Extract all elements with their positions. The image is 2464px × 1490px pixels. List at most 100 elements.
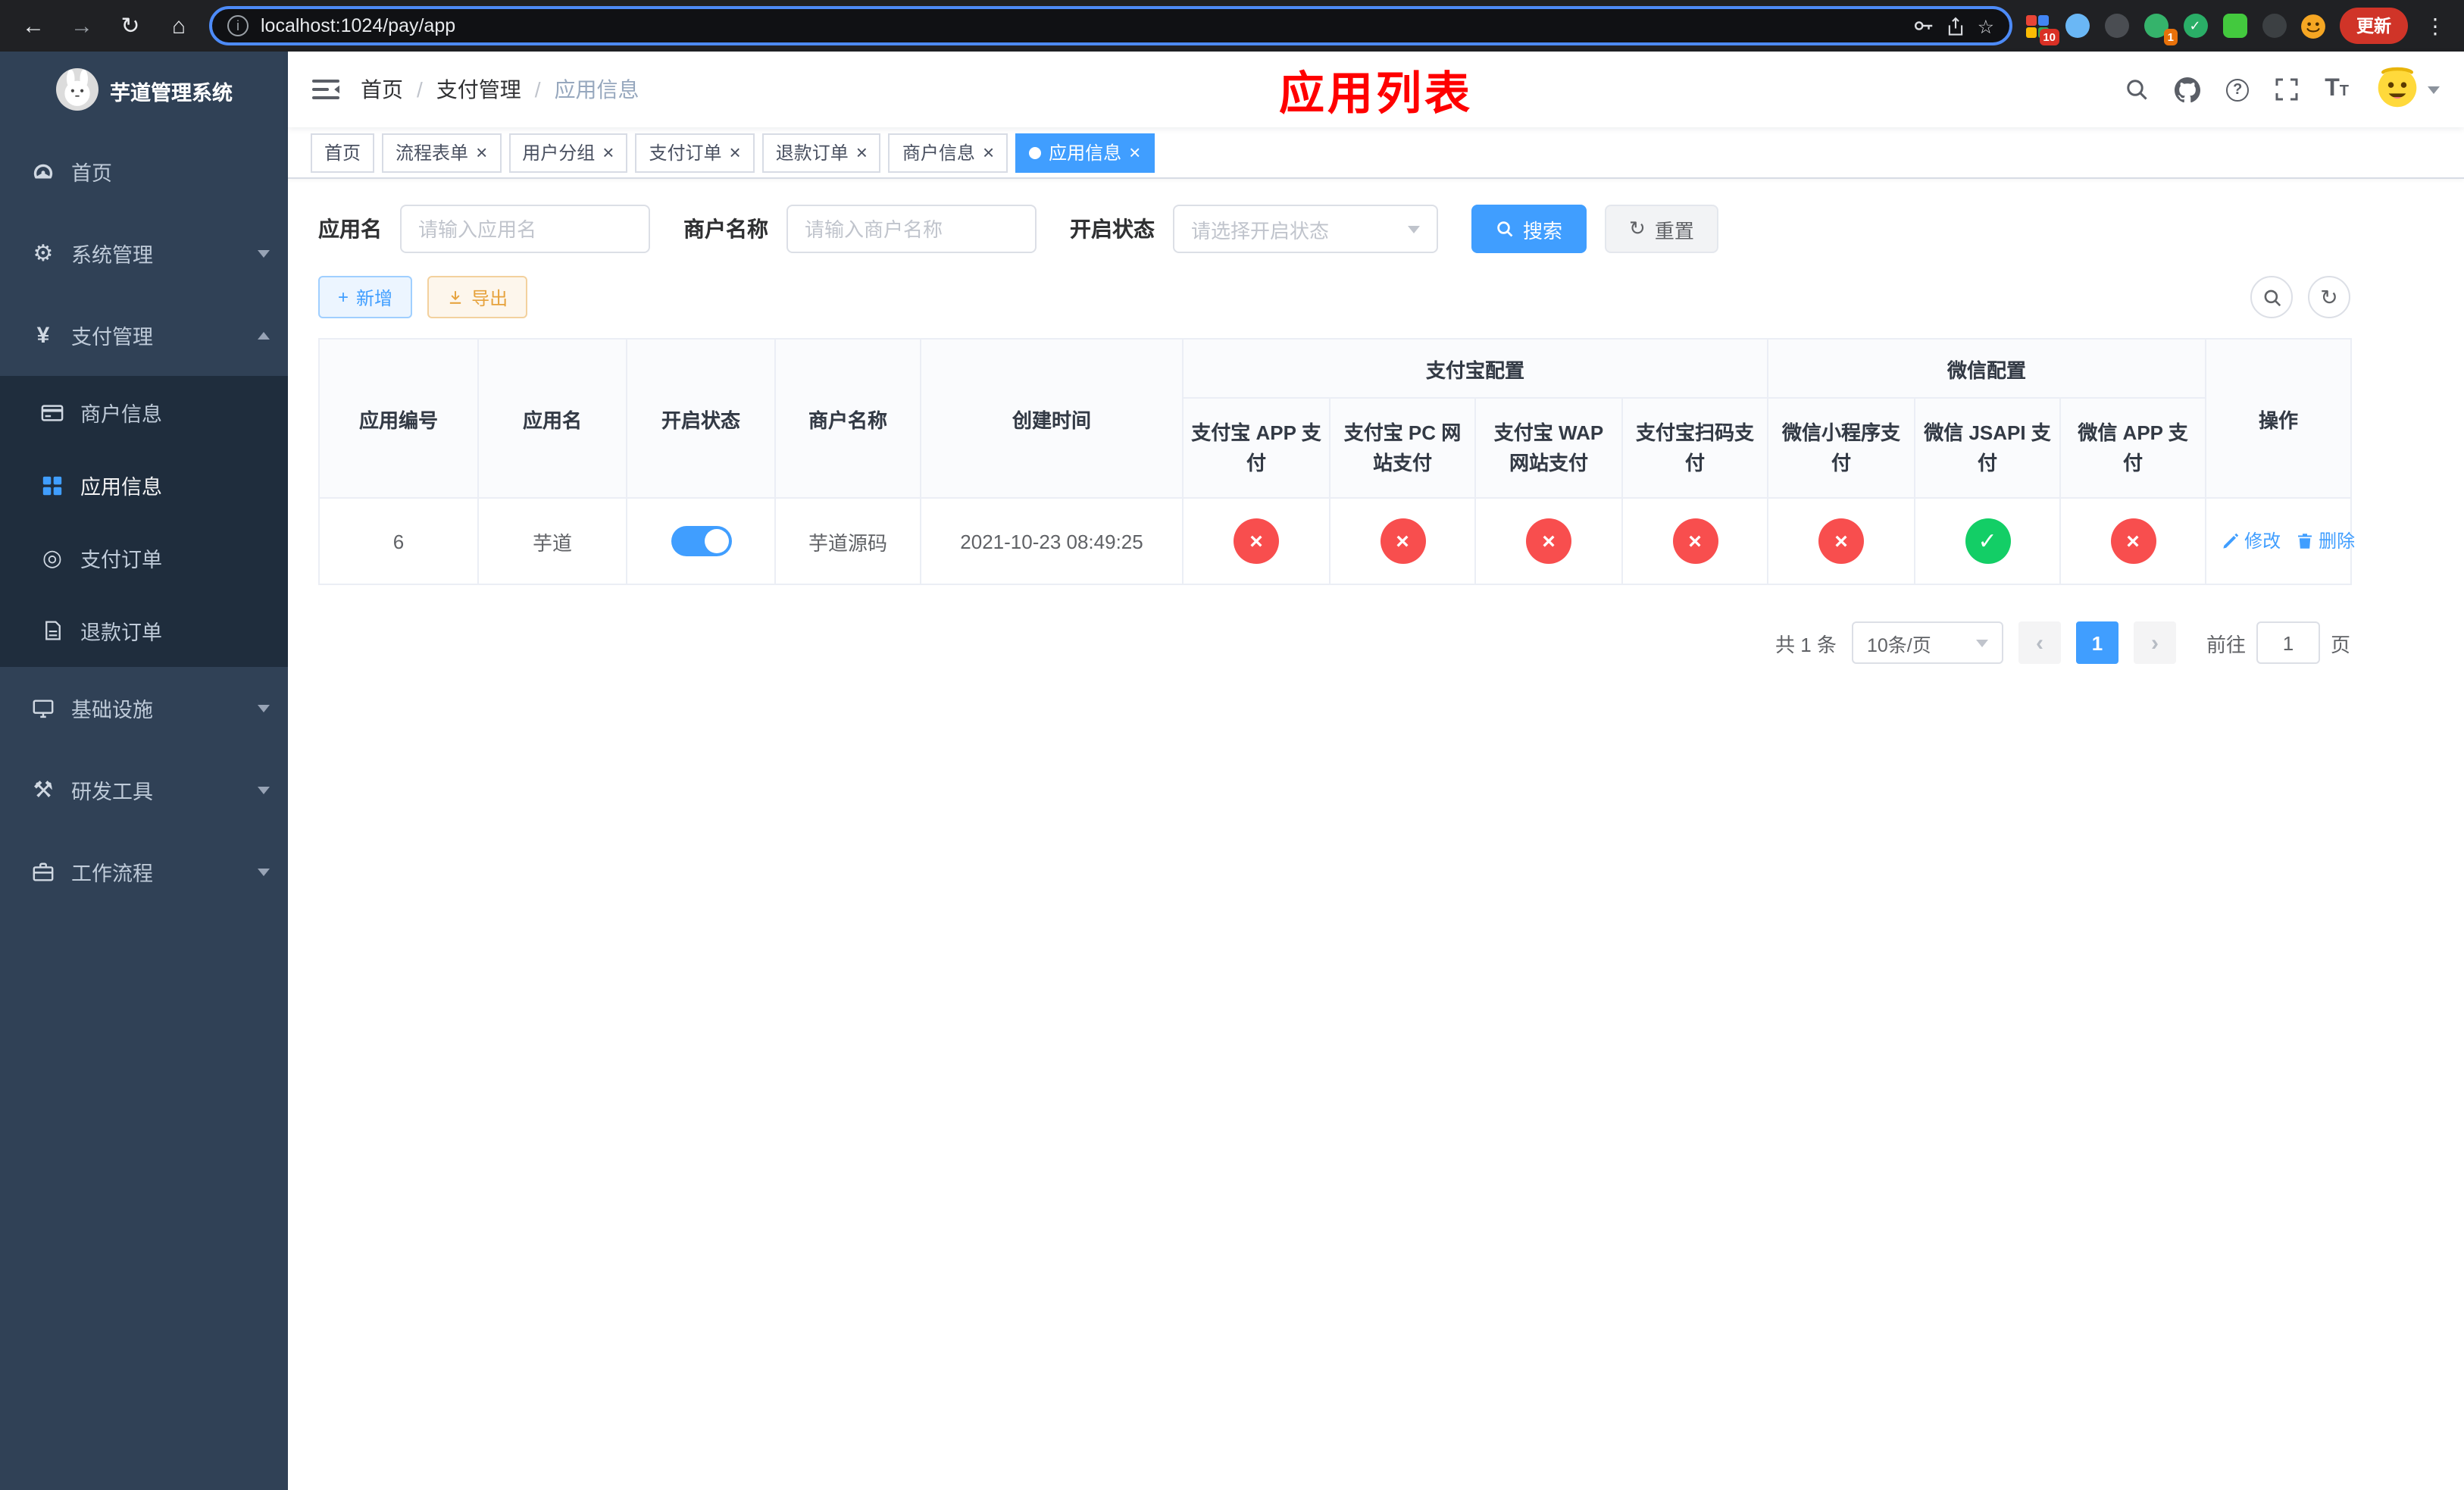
tab-close-icon[interactable]: × <box>602 142 614 162</box>
sidebar-item-infrastructure[interactable]: 基础设施 <box>0 667 288 749</box>
tab-app-info[interactable]: 应用信息 × <box>1015 133 1155 172</box>
tab-pay-order[interactable]: 支付订单 × <box>635 133 755 172</box>
next-page-button[interactable]: › <box>2133 621 2176 664</box>
extension-chat-icon[interactable] <box>2222 13 2247 39</box>
browser-forward-button[interactable]: → <box>64 8 100 44</box>
extension-wechat-icon[interactable]: ✓ <box>2182 13 2208 39</box>
fullscreen-icon[interactable] <box>2275 77 2299 102</box>
sidebar-item-workflow[interactable]: 工作流程 <box>0 831 288 912</box>
col-header-wx-app: 微信 APP 支付 <box>2059 397 2207 499</box>
tab-close-icon[interactable]: × <box>730 142 741 162</box>
dashboard-icon <box>30 160 56 183</box>
sidebar-item-system[interactable]: ⚙ 系统管理 <box>0 212 288 294</box>
sidebar-logo[interactable]: 芋道管理系统 <box>0 52 288 130</box>
search-icon[interactable] <box>2125 77 2149 102</box>
extension-avatar-icon[interactable]: 1 <box>2143 13 2178 45</box>
sidebar-item-merchant-info[interactable]: 商户信息 <box>0 376 288 449</box>
tab-refund-order[interactable]: 退款订单 × <box>761 133 881 172</box>
logo-avatar <box>55 67 98 114</box>
browser-home-button[interactable]: ⌂ <box>161 8 197 44</box>
col-header-actions: 操作 <box>2205 338 2353 499</box>
browser-reload-button[interactable]: ↻ <box>112 8 149 44</box>
search-button[interactable]: 搜索 <box>1471 205 1587 253</box>
share-icon[interactable] <box>1946 16 1965 36</box>
tab-close-icon[interactable]: × <box>1129 142 1140 162</box>
edit-button[interactable]: 修改 <box>2222 528 2281 554</box>
order-circle-icon: ◎ <box>42 546 63 571</box>
sidebar-item-pay-order[interactable]: ◎ 支付订单 <box>0 521 288 594</box>
col-header-wx-jsapi: 微信 JSAPI 支付 <box>1914 397 2062 499</box>
active-tab-dot-icon <box>1029 146 1042 158</box>
chevron-up-icon <box>258 325 270 339</box>
font-size-icon[interactable]: TT <box>2325 76 2349 103</box>
tab-process-form[interactable]: 流程表单 × <box>382 133 502 172</box>
col-header-merchant: 商户名称 <box>774 338 921 499</box>
export-button[interactable]: 导出 <box>427 276 528 318</box>
sidebar-item-app-info[interactable]: 应用信息 <box>0 449 288 521</box>
password-key-icon[interactable] <box>1912 15 1934 36</box>
add-button[interactable]: + 新增 <box>318 276 413 318</box>
briefcase-icon <box>30 860 56 883</box>
extension-puzzle-icon[interactable] <box>2261 13 2287 39</box>
sidebar-item-payment[interactable]: ¥ 支付管理 <box>0 294 288 376</box>
col-header-alipay-app: 支付宝 APP 支付 <box>1182 397 1330 499</box>
app-name-label: 应用名 <box>318 217 382 241</box>
prev-page-button[interactable]: ‹ <box>2018 621 2061 664</box>
sidebar-item-refund-order[interactable]: 退款订单 <box>0 594 288 667</box>
reset-button[interactable]: ↻ 重置 <box>1605 205 1718 253</box>
app-name-input[interactable] <box>400 205 650 253</box>
extension-grid-icon[interactable]: 10 <box>2025 13 2059 45</box>
pencil-icon <box>2223 533 2239 549</box>
refresh-icon: ↻ <box>1629 217 1646 239</box>
sidebar-item-home[interactable]: 首页 <box>0 130 288 212</box>
tab-home[interactable]: 首页 <box>311 133 375 172</box>
tab-close-icon[interactable]: × <box>476 142 487 162</box>
sidebar-item-label: 工作流程 <box>71 862 153 885</box>
help-icon[interactable]: ? <box>2226 78 2250 101</box>
address-bar[interactable]: i localhost:1024/pay/app ☆ <box>209 6 2012 45</box>
cell-app-id: 6 <box>318 497 479 585</box>
browser-back-button[interactable]: ← <box>15 8 52 44</box>
user-menu[interactable] <box>2375 63 2440 116</box>
cell-app-name: 芋道 <box>477 497 627 585</box>
extension-dark-icon[interactable] <box>2103 13 2129 39</box>
table-row: 6 芋道 芋道源码 2021-10-23 08:49:25 × × × × × … <box>318 497 2355 585</box>
refresh-table-button[interactable]: ↻ <box>2308 276 2350 318</box>
tab-merchant-info[interactable]: 商户信息 × <box>888 133 1008 172</box>
breadcrumb-section[interactable]: 支付管理 <box>436 74 521 105</box>
tab-close-icon[interactable]: × <box>983 142 994 162</box>
disabled-status-icon: × <box>1818 518 1865 564</box>
user-avatar[interactable] <box>2375 63 2420 116</box>
browser-profile-avatar[interactable] <box>2300 13 2326 39</box>
url-text[interactable]: localhost:1024/pay/app <box>261 15 1900 36</box>
tab-user-group[interactable]: 用户分组 × <box>508 133 628 172</box>
current-page-button[interactable]: 1 <box>2075 621 2118 664</box>
extension-drop-icon[interactable] <box>2064 13 2090 39</box>
bookmark-star-icon[interactable]: ☆ <box>1978 14 1994 37</box>
breadcrumb-home[interactable]: 首页 <box>361 74 403 105</box>
status-label: 开启状态 <box>1070 217 1155 241</box>
table-toolbar: + 新增 导出 ↻ <box>318 276 2350 318</box>
disabled-status-icon: × <box>1526 518 1571 564</box>
sidebar-item-label: 系统管理 <box>71 244 153 267</box>
col-header-alipay-qr: 支付宝扫码支付 <box>1621 397 1769 499</box>
tab-close-icon[interactable]: × <box>856 142 868 162</box>
disabled-status-icon: × <box>2110 518 2156 564</box>
sidebar-collapse-icon[interactable] <box>312 77 339 102</box>
page-size-select[interactable]: 10条/页 <box>1851 621 2003 664</box>
merchant-name-input[interactable] <box>786 205 1037 253</box>
extension-avatar-badge: 1 <box>2163 29 2178 45</box>
col-header-status: 开启状态 <box>626 338 776 499</box>
browser-menu-icon[interactable]: ⋮ <box>2422 13 2449 39</box>
goto-page-input[interactable] <box>2256 621 2320 664</box>
sidebar-item-devtools[interactable]: ⚒ 研发工具 <box>0 749 288 831</box>
toggle-search-button[interactable] <box>2250 276 2293 318</box>
gear-icon: ⚙ <box>33 241 54 267</box>
breadcrumb: 首页 / 支付管理 / 应用信息 <box>361 74 639 105</box>
browser-update-button[interactable]: 更新 <box>2340 8 2408 44</box>
delete-button[interactable]: 删除 <box>2296 528 2355 554</box>
site-info-icon[interactable]: i <box>227 15 249 36</box>
github-icon[interactable] <box>2175 77 2201 102</box>
status-select[interactable]: 请选择开启状态 <box>1173 205 1438 253</box>
status-toggle[interactable] <box>671 526 731 556</box>
